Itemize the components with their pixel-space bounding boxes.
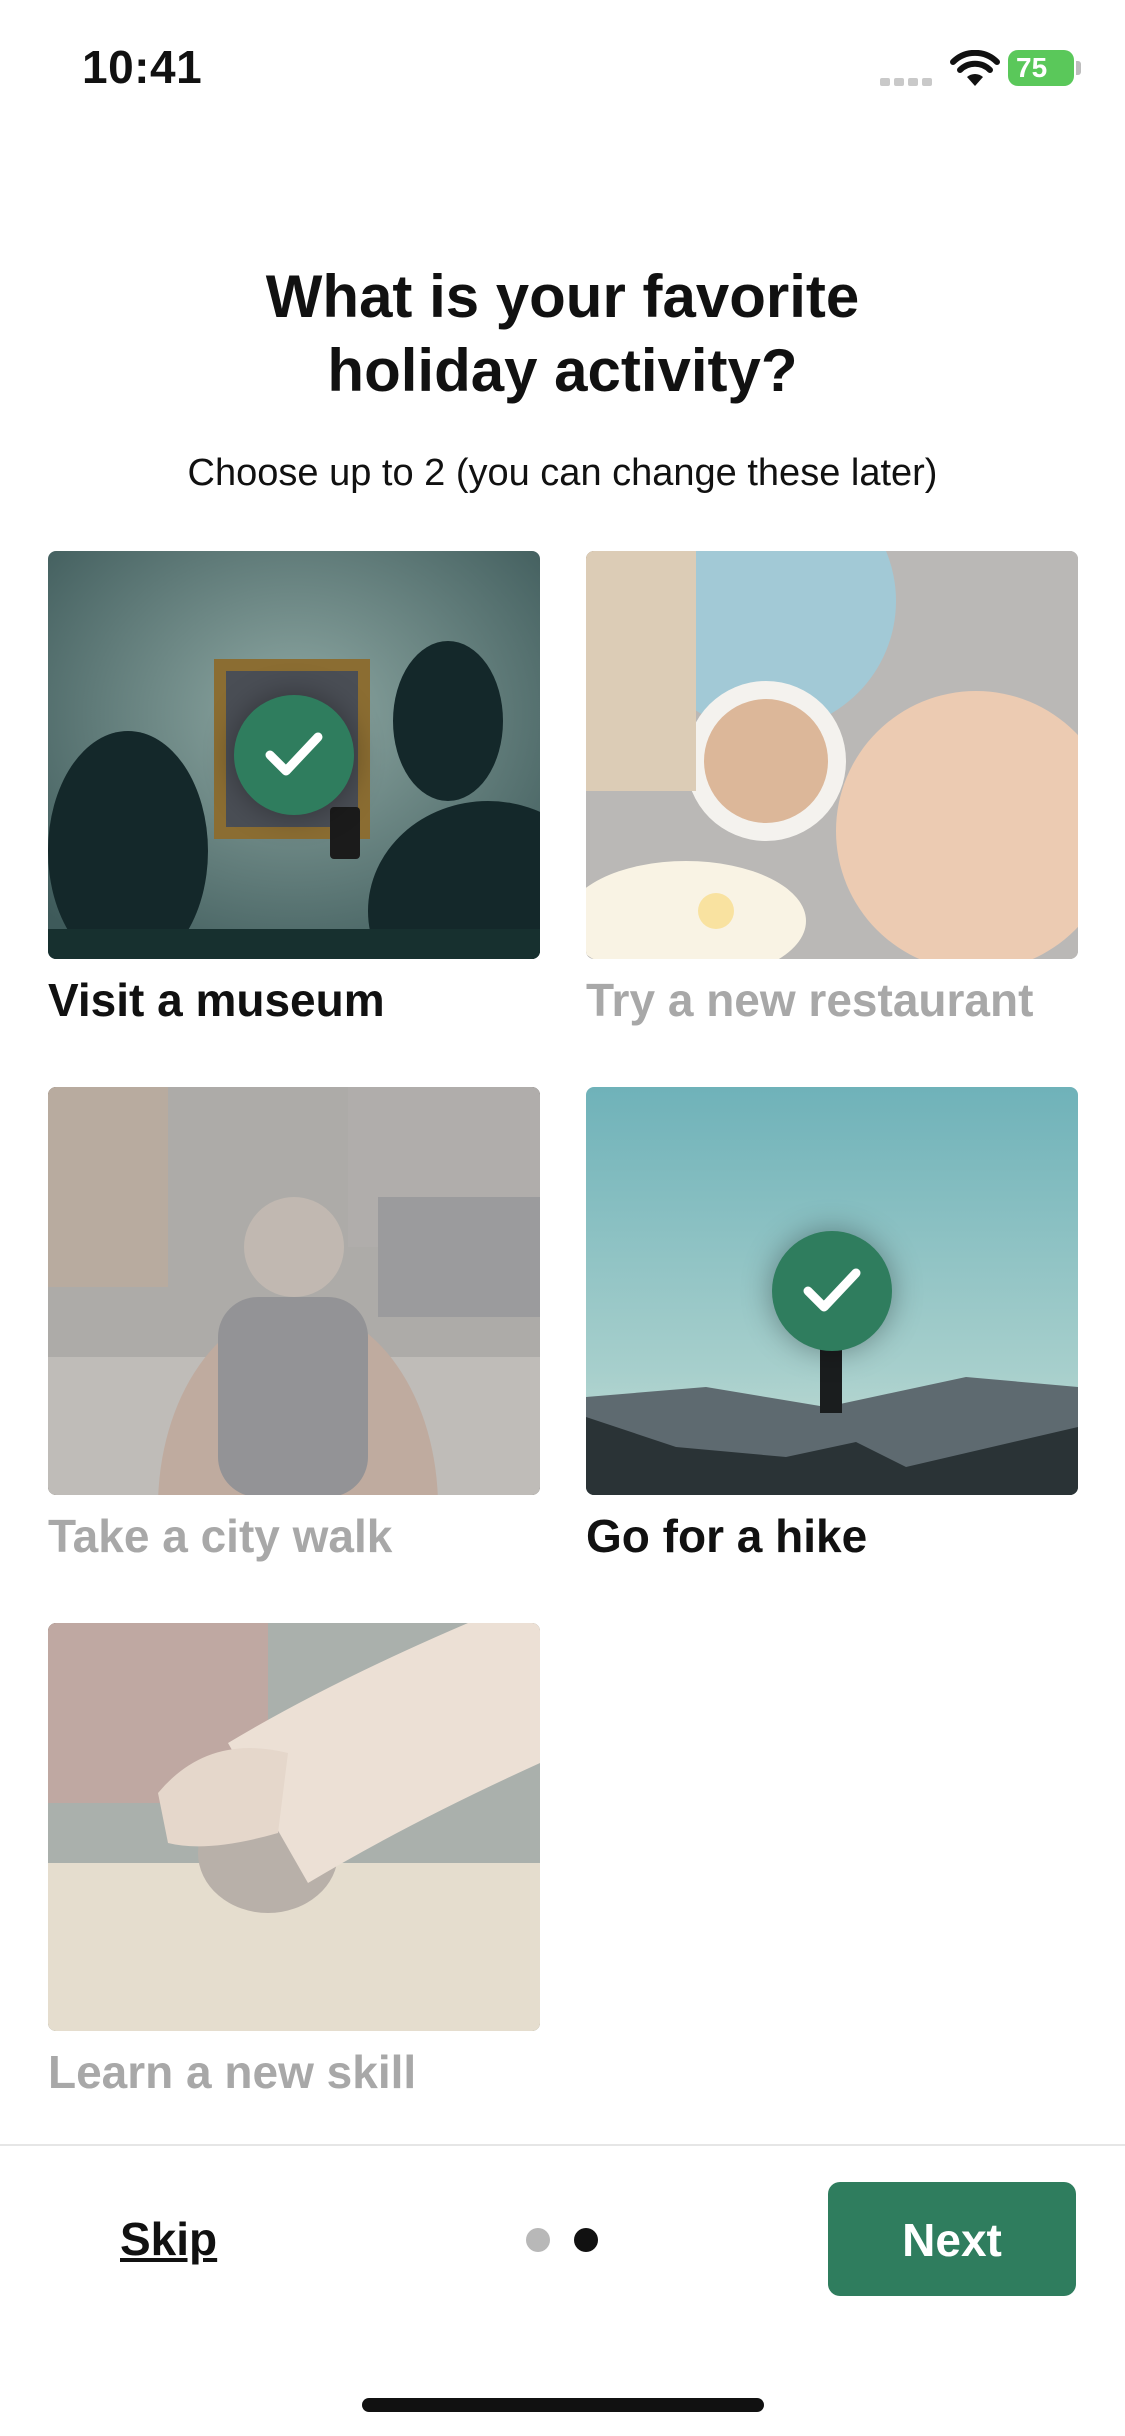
city-walk-image bbox=[48, 1087, 540, 1495]
new-skill-image bbox=[48, 1623, 540, 2031]
activity-card-city-walk[interactable]: Take a city walk bbox=[48, 1087, 540, 1563]
status-time: 10:41 bbox=[82, 41, 203, 93]
activity-label: Try a new restaurant bbox=[586, 974, 1034, 1026]
wifi-icon bbox=[950, 50, 1000, 86]
activity-card-new-skill[interactable]: Learn a new skill bbox=[48, 1623, 540, 2099]
activity-card-museum[interactable]: Visit a museum bbox=[48, 551, 540, 1027]
cellular-signal-icon bbox=[880, 74, 934, 86]
activity-label: Learn a new skill bbox=[48, 2046, 417, 2098]
page-title-line-2: holiday activity? bbox=[327, 337, 798, 404]
page-indicator-dot-2-active bbox=[574, 2228, 598, 2252]
page-title: What is your favorite holiday activity? bbox=[0, 260, 1125, 408]
activity-card-hike[interactable]: Go for a hike bbox=[586, 1087, 1078, 1563]
activity-label: Take a city walk bbox=[48, 1510, 393, 1562]
battery-level: 75 bbox=[1016, 52, 1048, 83]
battery-icon: 75 bbox=[1008, 50, 1081, 86]
next-button[interactable]: Next bbox=[828, 2182, 1076, 2296]
status-bar: 10:41 75 bbox=[0, 0, 1125, 140]
home-indicator[interactable] bbox=[362, 2398, 764, 2412]
page-subtitle: Choose up to 2 (you can change these lat… bbox=[187, 452, 938, 494]
page-title-line-1: What is your favorite bbox=[265, 263, 860, 330]
activity-label: Visit a museum bbox=[48, 974, 385, 1026]
checkmark-icon bbox=[234, 695, 354, 815]
page-indicator-dot-1 bbox=[526, 2228, 550, 2252]
museum-image bbox=[48, 551, 540, 959]
footer-divider bbox=[0, 2144, 1125, 2146]
activity-card-restaurant[interactable]: Try a new restaurant bbox=[586, 551, 1078, 1027]
skip-button[interactable]: Skip bbox=[120, 2212, 217, 2266]
restaurant-image bbox=[586, 551, 1078, 959]
activity-label: Go for a hike bbox=[586, 1510, 868, 1562]
checkmark-icon bbox=[772, 1231, 892, 1351]
hike-image bbox=[586, 1087, 1078, 1495]
